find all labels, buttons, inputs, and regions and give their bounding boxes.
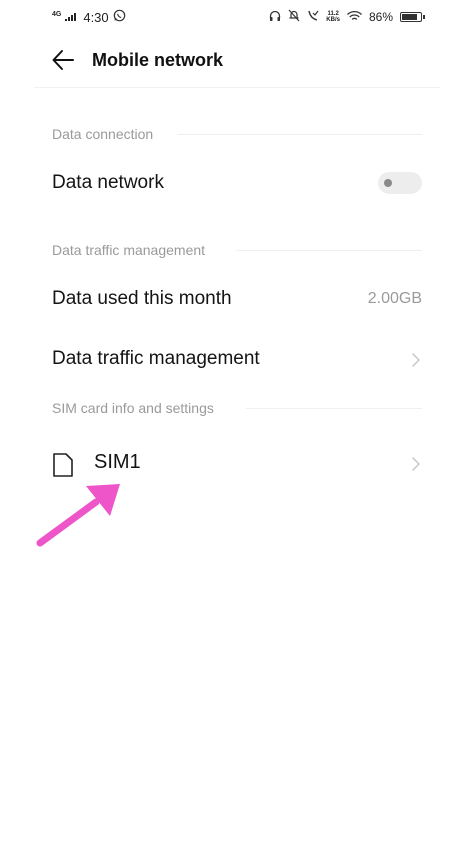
wifi-icon <box>347 10 362 25</box>
signal-icon <box>65 13 77 21</box>
sim1-row[interactable]: SIM1 <box>0 438 474 490</box>
section-header-data-traffic: Data traffic management <box>52 242 206 258</box>
mute-bell-icon <box>288 9 300 25</box>
status-bar-left: 4G 4:30 <box>52 9 126 25</box>
battery-level <box>402 14 417 20</box>
data-network-row[interactable]: Data network <box>0 158 474 210</box>
whatsapp-icon <box>113 9 126 25</box>
toggle-knob <box>384 179 392 187</box>
sim1-label: SIM1 <box>94 451 141 473</box>
battery-icon <box>400 12 425 22</box>
page-title: Mobile network <box>92 50 224 70</box>
back-button[interactable] <box>50 48 78 74</box>
headphones-icon <box>269 10 281 25</box>
volte-icon <box>307 9 319 25</box>
sim-card-icon <box>53 453 73 477</box>
status-bar: 4G 4:30 11.2 KB/s 86% <box>0 0 474 34</box>
section-divider <box>236 250 422 251</box>
back-arrow-icon <box>52 50 74 70</box>
chevron-right-icon <box>412 457 420 471</box>
data-used-value: 2.00GB <box>367 290 422 307</box>
data-used-label: Data used this month <box>52 288 232 309</box>
header-divider <box>34 87 440 88</box>
data-traffic-management-label: Data traffic management <box>52 348 260 369</box>
data-network-label: Data network <box>52 172 164 193</box>
network-type: 4G <box>52 10 62 18</box>
data-network-toggle[interactable] <box>378 172 422 194</box>
section-header-sim-card: SIM card info and settings <box>52 400 214 416</box>
chevron-right-icon <box>412 353 420 367</box>
data-used-row[interactable]: Data used this month 2.00GB <box>0 274 474 326</box>
speed-unit: KB/s <box>326 17 340 23</box>
app-header: Mobile network <box>0 38 474 84</box>
section-header-data-connection: Data connection <box>52 126 154 142</box>
network-speed: 11.2 KB/s <box>326 11 340 23</box>
status-bar-right: 11.2 KB/s 86% <box>269 9 425 25</box>
section-divider <box>246 408 422 409</box>
status-time: 4:30 <box>83 9 109 25</box>
battery-percent: 86% <box>368 10 393 24</box>
section-divider <box>178 134 422 135</box>
data-traffic-management-row[interactable]: Data traffic management <box>0 334 474 386</box>
